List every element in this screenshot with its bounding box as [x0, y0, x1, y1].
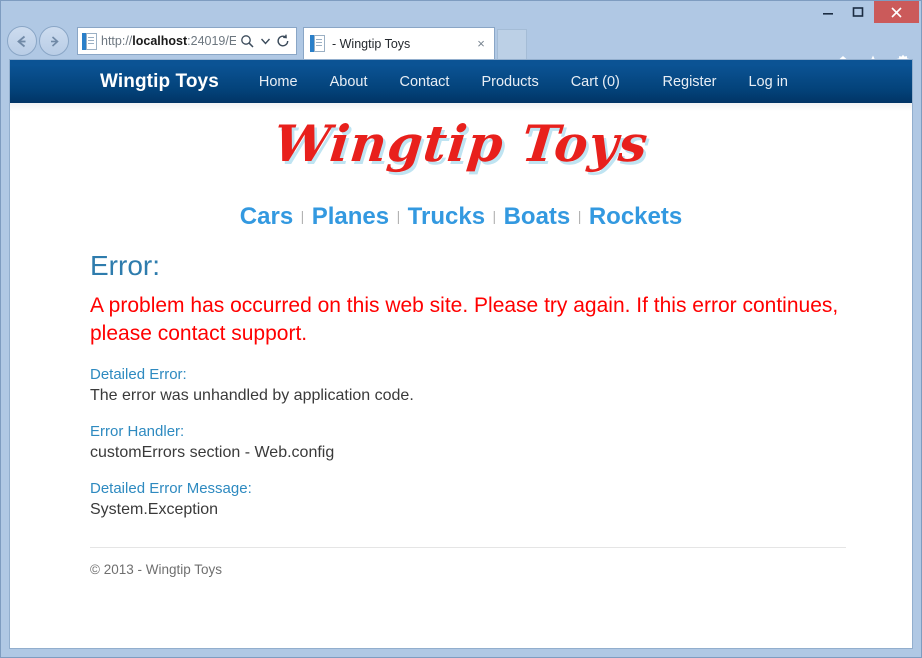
- site-logo-text: Wingtip Toys: [270, 114, 652, 173]
- nav-item-login[interactable]: Log in: [732, 74, 804, 90]
- minimize-icon: [823, 13, 833, 15]
- category-separator: |: [396, 208, 401, 224]
- detail-value-detailed-error: The error was unhandled by application c…: [90, 386, 414, 404]
- refresh-icon[interactable]: [272, 28, 294, 54]
- detail-value-error-handler: customErrors section - Web.config: [90, 443, 335, 461]
- error-message: A problem has occurred on this web site.…: [90, 293, 839, 345]
- error-heading: Error:: [90, 250, 160, 281]
- back-button[interactable]: [7, 26, 37, 56]
- navbar-shadow: [10, 103, 912, 111]
- error-content: Error: A problem has occurred on this we…: [10, 250, 912, 577]
- detail-label-error-handler: Error Handler:: [90, 422, 185, 440]
- forward-arrow-icon: [50, 35, 59, 47]
- footer-copyright: © 2013 - Wingtip Toys: [90, 561, 223, 577]
- detail-value-detailed-error-message: System.Exception: [90, 500, 219, 518]
- address-url-text[interactable]: http://localhost:24019/Err: [101, 34, 236, 48]
- category-link-cars[interactable]: Cars: [240, 203, 293, 230]
- maximize-button[interactable]: [843, 1, 873, 23]
- close-window-button[interactable]: [874, 1, 919, 23]
- nav-item-products[interactable]: Products: [465, 74, 554, 90]
- window-titlebar: [1, 1, 921, 23]
- forward-button[interactable]: [39, 26, 69, 56]
- minimize-button[interactable]: [813, 1, 843, 23]
- category-separator: |: [300, 208, 305, 224]
- browser-tab-active[interactable]: - Wingtip Toys ×: [303, 27, 495, 59]
- tab-page-icon: [310, 35, 325, 52]
- nav-item-contact[interactable]: Contact: [383, 74, 465, 90]
- page-body: Wingtip Toys Cars | Planes | Trucks | Bo…: [10, 111, 912, 577]
- category-link-rockets[interactable]: Rockets: [589, 203, 682, 230]
- category-nav: Cars | Planes | Trucks | Boats | Rockets: [10, 203, 912, 237]
- nav-item-about[interactable]: About: [314, 74, 384, 90]
- category-link-planes[interactable]: Planes: [312, 203, 389, 230]
- chevron-down-icon[interactable]: [258, 28, 272, 54]
- nav-item-cart[interactable]: Cart (0): [555, 74, 636, 90]
- category-separator: |: [492, 208, 497, 224]
- tab-close-icon[interactable]: ×: [472, 35, 490, 53]
- maximize-icon: [852, 7, 864, 17]
- detail-label-detailed-error: Detailed Error:: [90, 365, 187, 383]
- browser-window: http://localhost:24019/Err: [0, 0, 922, 658]
- site-nav-links: Home About Contact Products Cart (0): [243, 74, 636, 90]
- page-viewport: Wingtip Toys Home About Contact Products…: [9, 59, 913, 649]
- category-separator: |: [577, 208, 582, 224]
- site-logo[interactable]: Wingtip Toys: [10, 111, 912, 193]
- footer-divider: [90, 546, 846, 548]
- category-link-trucks[interactable]: Trucks: [408, 203, 485, 230]
- site-nav-links-right: Register Log in: [646, 74, 804, 90]
- search-icon[interactable]: [236, 28, 258, 54]
- detail-label-detailed-error-message: Detailed Error Message:: [90, 479, 252, 497]
- address-bar[interactable]: http://localhost:24019/Err: [77, 27, 297, 55]
- site-brand[interactable]: Wingtip Toys: [100, 71, 219, 93]
- category-link-boats[interactable]: Boats: [504, 203, 571, 230]
- browser-toolbar: http://localhost:24019/Err: [1, 23, 921, 71]
- page-document-icon: [82, 32, 97, 50]
- nav-item-home[interactable]: Home: [243, 74, 314, 90]
- back-arrow-icon: [16, 35, 25, 47]
- close-icon: [891, 6, 902, 18]
- new-tab-button[interactable]: [497, 29, 527, 59]
- site-navbar: Wingtip Toys Home About Contact Products…: [10, 60, 912, 103]
- tab-title: - Wingtip Toys: [332, 36, 411, 51]
- nav-item-register[interactable]: Register: [646, 74, 732, 90]
